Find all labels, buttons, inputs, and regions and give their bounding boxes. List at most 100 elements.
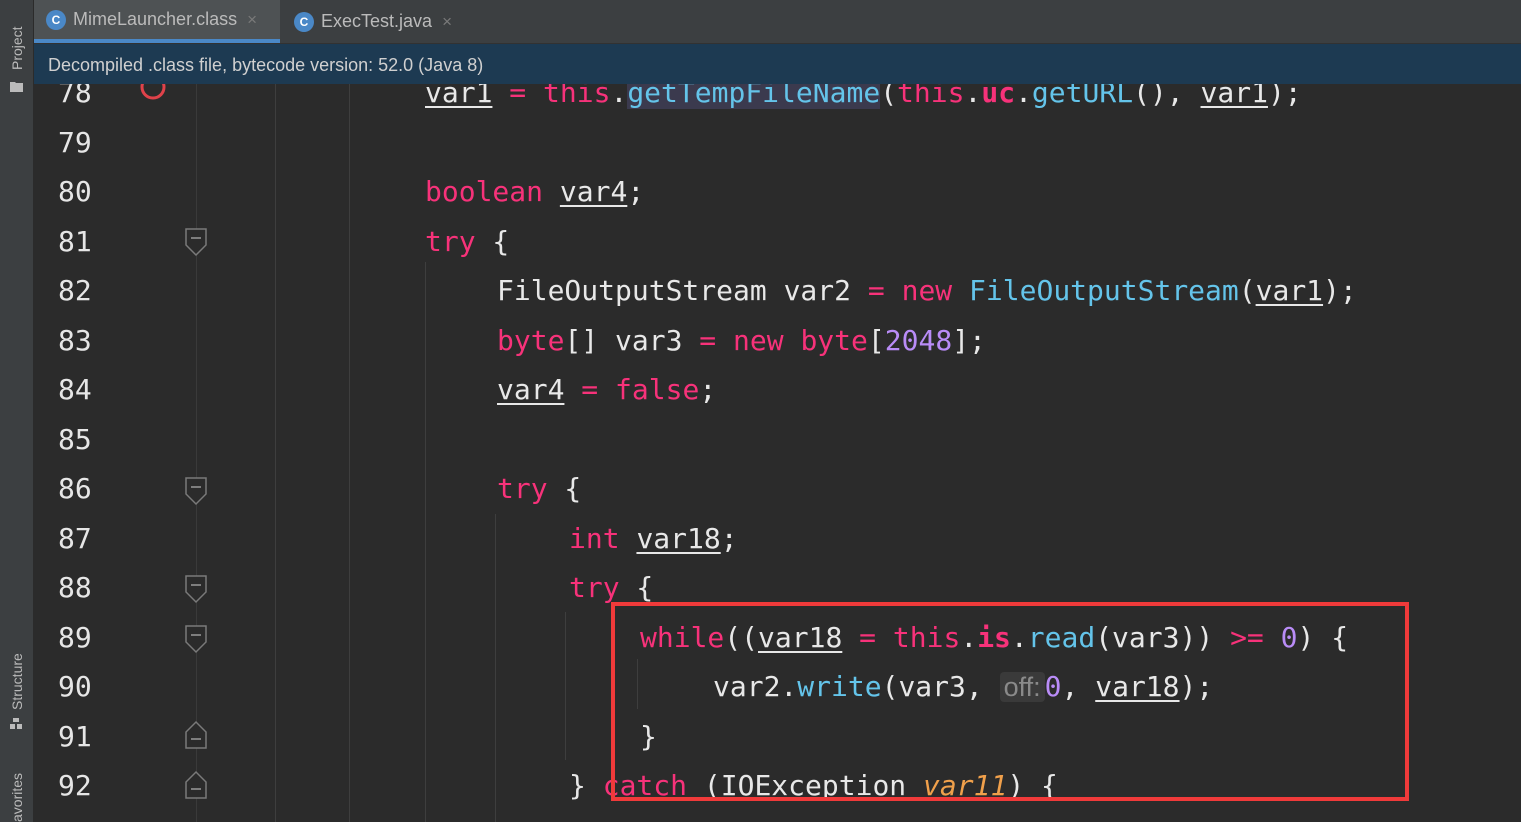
token: . [1015, 84, 1032, 109]
token: { [475, 225, 510, 258]
token: . [610, 84, 628, 109]
token: ; [699, 373, 717, 406]
line-number: 78 [58, 84, 92, 109]
fold-end-icon[interactable] [185, 770, 207, 800]
gutter-separator [196, 84, 197, 822]
token: var4 [559, 175, 628, 208]
token: byte [497, 324, 565, 357]
token: (), [1133, 84, 1201, 109]
line-number: 79 [58, 126, 92, 159]
editor-tab-bar: C MimeLauncher.class × C ExecTest.java × [34, 0, 1521, 44]
tab-mimelauncher-class[interactable]: C MimeLauncher.class × [34, 0, 280, 43]
token: try [425, 225, 476, 258]
token: [] var3 [564, 324, 700, 357]
line-number: 92 [58, 769, 92, 802]
line-number: 81 [58, 225, 92, 258]
token: false [615, 373, 700, 406]
line-number: 85 [58, 423, 92, 456]
token: FileOutputStream [969, 274, 1239, 307]
line-number: 80 [58, 175, 92, 208]
token: var1 [1255, 274, 1324, 307]
line-number: 86 [58, 472, 92, 505]
token: ); [1267, 84, 1302, 109]
close-icon[interactable]: × [442, 12, 452, 32]
close-icon[interactable]: × [247, 10, 257, 30]
line-number: 83 [58, 324, 92, 357]
code-line-84: var4 = false; [497, 373, 716, 406]
token: FileOutputStream var2 [497, 274, 868, 307]
token: getTempFileName [627, 84, 881, 109]
highlight-box [611, 602, 1409, 801]
token: new [733, 324, 801, 357]
line-number: 91 [58, 720, 92, 753]
token: var18 [636, 522, 721, 555]
indent-guide [565, 612, 566, 760]
fold-collapse-icon[interactable] [185, 574, 207, 604]
token: this [897, 84, 965, 109]
indent-guide [425, 262, 426, 822]
tab-exectest-java[interactable]: C ExecTest.java × [284, 0, 464, 43]
code-line-82: FileOutputStream var2 = new FileOutputSt… [497, 274, 1357, 307]
token: } [569, 769, 603, 802]
token: ); [1323, 274, 1357, 307]
token: var1 [1200, 84, 1268, 109]
token: ]; [952, 324, 986, 357]
code-line-81: try { [425, 225, 509, 258]
token: 2048 [884, 324, 953, 357]
token: [ [867, 324, 885, 357]
code-line-88: try { [569, 571, 653, 604]
folder-icon [10, 82, 23, 92]
token: int [569, 522, 620, 555]
line-number: 90 [58, 670, 92, 703]
line-number: 89 [58, 621, 92, 654]
breakpoint-icon[interactable] [138, 84, 168, 104]
indent-guide [495, 514, 496, 822]
line-number: 82 [58, 274, 92, 307]
project-tab-label: Project [9, 26, 25, 70]
token: boolean [425, 175, 544, 208]
class-icon: C [46, 9, 66, 30]
structure-icon [10, 718, 22, 729]
token: ( [880, 84, 898, 109]
tab-label: ExecTest.java [321, 11, 433, 31]
token: = [867, 274, 902, 307]
code-editor[interactable]: 78 79 80 81 82 83 84 85 86 87 88 89 90 9… [34, 84, 1521, 822]
decompiled-notice-banner: Decompiled .class file, bytecode version… [34, 44, 1521, 84]
project-tool-tab[interactable]: Project [0, 0, 33, 100]
fold-collapse-icon[interactable] [185, 624, 207, 654]
token: ( [1238, 274, 1256, 307]
token: var1 [425, 84, 493, 109]
tool-window-strip: Project Structure avorites [0, 0, 34, 822]
structure-tab-label: Structure [9, 653, 25, 710]
code-line-80: boolean var4; [425, 175, 644, 208]
fold-collapse-icon[interactable] [185, 476, 207, 506]
code-line-86: try { [497, 472, 581, 505]
token: ; [627, 175, 645, 208]
code-line-78: var1 = this.getTempFileName(this.uc.getU… [425, 84, 1302, 109]
tab-label: MimeLauncher.class [73, 9, 238, 29]
fold-collapse-icon[interactable] [185, 227, 207, 257]
fold-end-icon[interactable] [185, 720, 207, 750]
token: = [492, 84, 544, 109]
token: = [564, 373, 616, 406]
token: ; [720, 522, 738, 555]
code-line-87: int var18; [569, 522, 738, 555]
line-number: 88 [58, 571, 92, 604]
token: var4 [497, 373, 565, 406]
token: { [619, 571, 654, 604]
token: this [543, 84, 611, 109]
code-line-83: byte[] var3 = new byte[2048]; [497, 324, 986, 357]
token: byte [800, 324, 868, 357]
structure-tool-tab[interactable]: Structure [0, 630, 33, 740]
token: { [547, 472, 582, 505]
token: . [964, 84, 982, 109]
line-number: 87 [58, 522, 92, 555]
indent-guide [349, 84, 350, 822]
banner-text: Decompiled .class file, bytecode version… [48, 55, 484, 75]
token: uc [981, 84, 1016, 109]
token: = [699, 324, 734, 357]
favorites-tool-tab[interactable]: avorites [0, 760, 33, 822]
token: try [497, 472, 548, 505]
token: try [569, 571, 620, 604]
